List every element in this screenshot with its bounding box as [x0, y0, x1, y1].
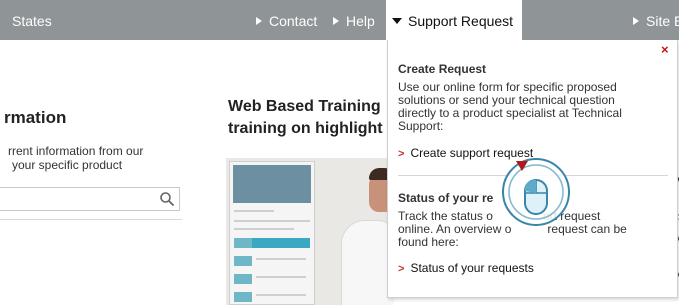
- video-panel-thumb: [234, 292, 252, 302]
- divider: [0, 219, 182, 220]
- training-heading-line: Web Based Training: [228, 98, 381, 115]
- create-request-title: Create Request: [398, 62, 487, 76]
- nav-item-contact[interactable]: Contact: [256, 13, 317, 29]
- info-heading: rmation: [4, 108, 67, 127]
- status-of-requests-link[interactable]: > Status of your requests: [398, 261, 534, 275]
- search-icon[interactable]: [159, 191, 175, 207]
- nav-support-request-label: Support Request: [408, 13, 514, 29]
- chevron-right-icon: [633, 17, 639, 25]
- info-description-line: your specific product: [12, 158, 123, 172]
- product-search-input[interactable]: [0, 187, 180, 211]
- video-panel-header: [233, 165, 311, 203]
- training-heading: Web Based Training training on highlight: [228, 96, 388, 140]
- video-panel-thumb: [234, 256, 252, 266]
- video-panel-line: [256, 276, 306, 278]
- description-line: online. An overview o: [398, 222, 512, 236]
- chevron-right-icon: >: [398, 263, 405, 275]
- nav-item-states[interactable]: States: [12, 13, 52, 29]
- description-line: found here:: [398, 235, 459, 249]
- video-panel-line: [256, 258, 306, 260]
- close-icon[interactable]: ×: [661, 43, 673, 57]
- nav-contact-label: Contact: [269, 13, 318, 29]
- top-nav-bar: States Contact Help Support Request Site…: [0, 0, 679, 40]
- video-panel-line: [256, 294, 306, 296]
- video-panel-thumb: [234, 238, 252, 248]
- video-panel-line: [234, 210, 274, 212]
- status-of-requests-label: Status of your requests: [410, 261, 534, 275]
- chevron-right-icon: [256, 17, 262, 25]
- video-course-panel: [229, 161, 315, 305]
- nav-help-label: Help: [346, 13, 375, 29]
- training-video-thumbnail[interactable]: [226, 158, 394, 305]
- video-panel-line: [234, 228, 294, 230]
- nav-item-help[interactable]: Help: [333, 13, 375, 29]
- description-line: Support:: [398, 119, 444, 133]
- chevron-right-icon: >: [398, 148, 405, 160]
- nav-item-support-request[interactable]: Support Request: [386, 0, 522, 40]
- status-title: Status of your re: [398, 191, 494, 205]
- training-heading-line: training on highlight: [228, 120, 383, 137]
- chevron-right-icon: [333, 17, 339, 25]
- video-panel-thumb: [234, 274, 252, 284]
- description-line: Track the status o: [398, 209, 493, 223]
- nav-item-site[interactable]: Site E: [633, 13, 679, 29]
- info-description-line: rrent information from our: [8, 144, 144, 158]
- nav-site-label: Site E: [646, 13, 679, 29]
- video-panel-tab: [252, 238, 310, 248]
- info-description: rrent information from our your specific…: [8, 144, 178, 172]
- create-request-description: Use our online form for specific propose…: [398, 81, 648, 133]
- video-panel-line: [234, 220, 310, 222]
- mouse-cursor-icon: [502, 158, 570, 226]
- caret-down-icon: [392, 18, 402, 24]
